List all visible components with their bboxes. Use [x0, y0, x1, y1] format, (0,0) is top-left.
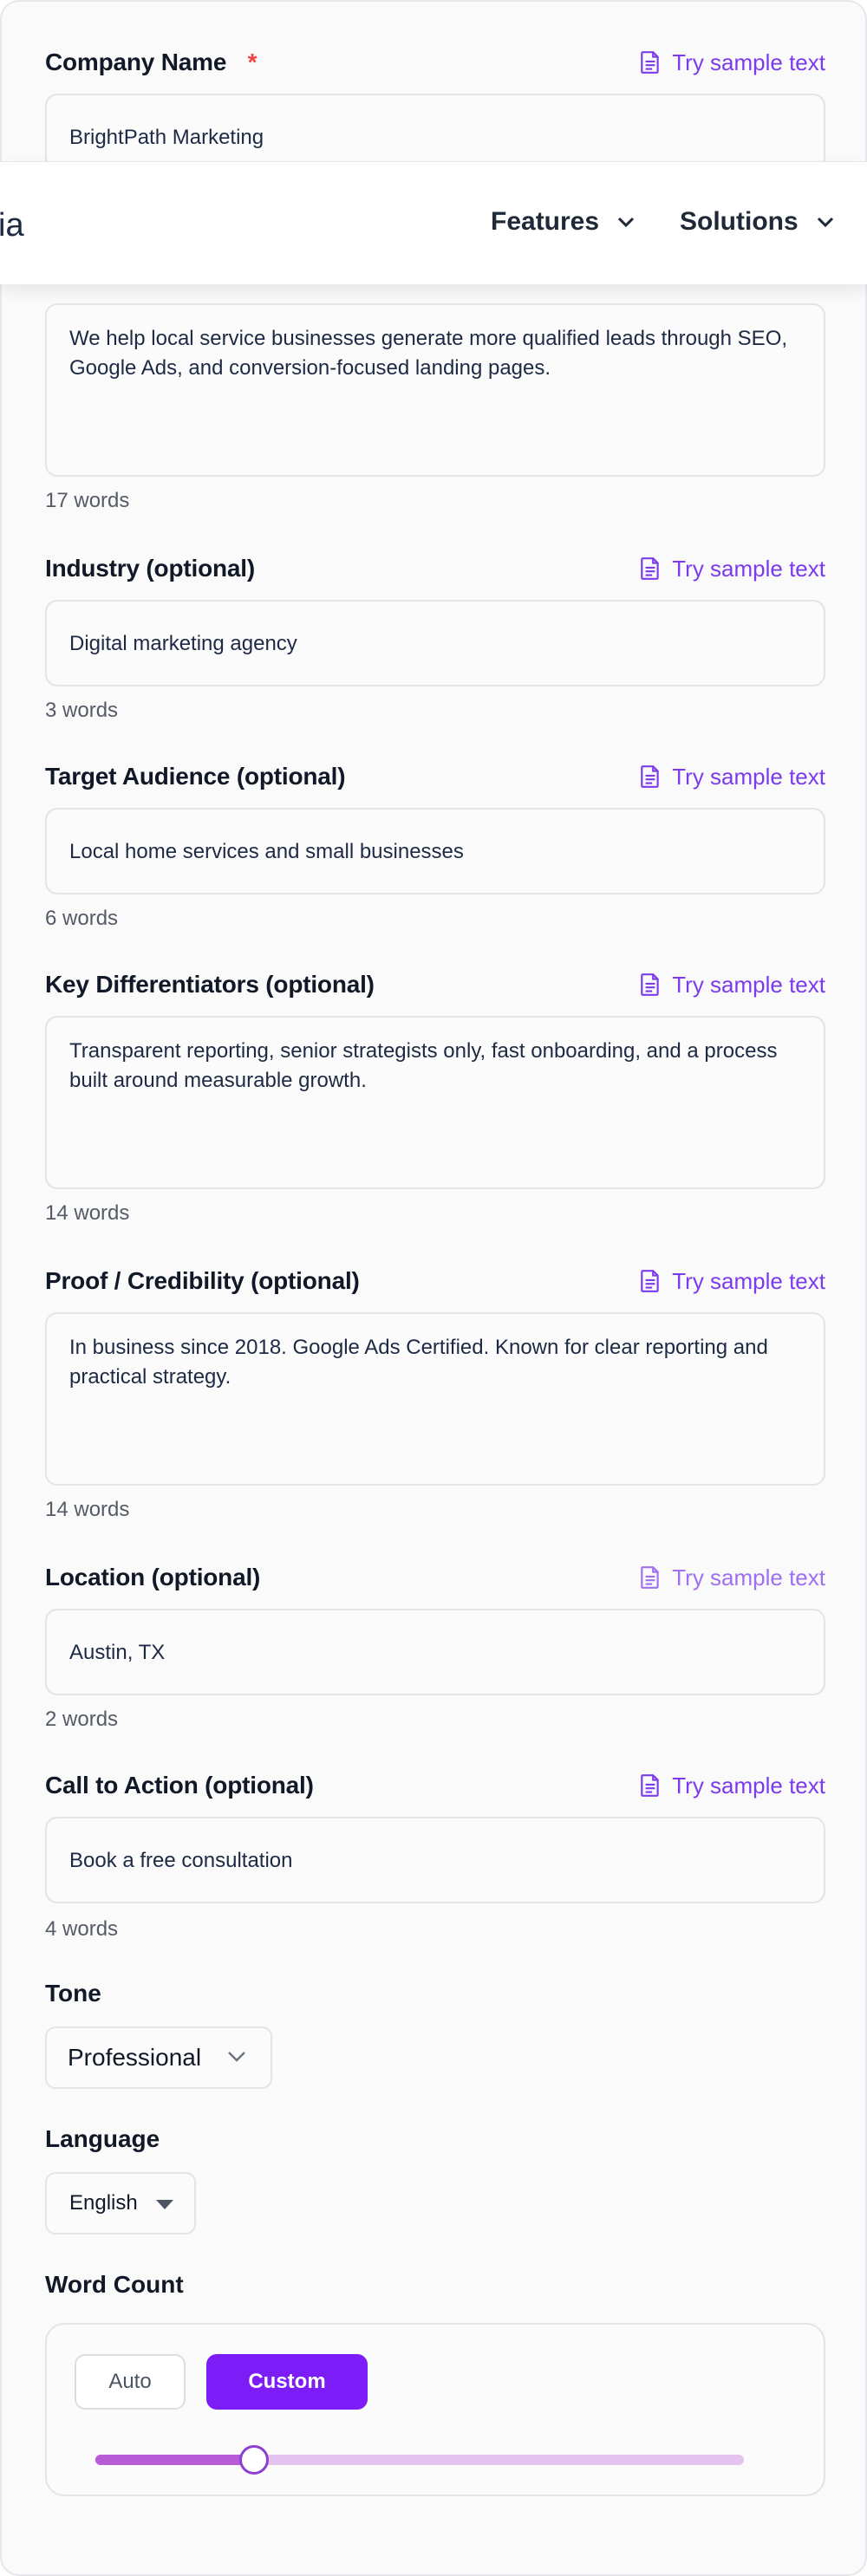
sample-text-label: Try sample text — [672, 1267, 825, 1294]
sample-text-label: Try sample text — [672, 555, 825, 582]
location-word-count: 2 words — [45, 1708, 119, 1731]
word-count-slider[interactable] — [95, 2445, 744, 2475]
differentiators-textarea[interactable]: Transparent reporting, senior strategist… — [45, 1016, 825, 1189]
chevron-down-icon — [817, 217, 833, 228]
sample-text-label: Try sample text — [672, 1564, 825, 1590]
location-label: Location (optional) — [45, 1564, 261, 1590]
form-card: Company Name * Try sample text BrightPat… — [0, 0, 867, 2576]
document-icon — [641, 51, 659, 74]
audience-label: Target Audience (optional) — [45, 763, 346, 790]
document-icon — [641, 1774, 659, 1797]
sample-text-label: Try sample text — [672, 1772, 825, 1799]
nav-features[interactable]: Features — [491, 207, 637, 237]
cta-input[interactable]: Book a free consultation — [45, 1817, 825, 1903]
nav-logo[interactable]: ia — [0, 207, 24, 244]
proof-textarea[interactable]: In business since 2018. Google Ads Certi… — [45, 1312, 825, 1486]
location-input[interactable]: Austin, TX — [45, 1609, 825, 1695]
word-count-label: Word Count — [45, 2271, 184, 2298]
required-asterisk: * — [247, 49, 257, 75]
chevron-down-icon — [618, 217, 635, 228]
proof-label-row: Proof / Credibility (optional) Try sampl… — [45, 1264, 825, 1298]
top-navbar: ia Features Solutions — [0, 161, 867, 284]
differentiators-word-count: 14 words — [45, 1201, 130, 1225]
industry-word-count: 3 words — [45, 699, 119, 722]
differentiators-label: Key Differentiators (optional) — [45, 971, 375, 998]
company-name-label: Company Name — [45, 49, 227, 75]
language-select[interactable]: English — [45, 2172, 196, 2234]
audience-label-row: Target Audience (optional) Try sample te… — [45, 759, 825, 794]
cta-sample-text-link[interactable]: Try sample text — [639, 1773, 825, 1799]
sample-text-label: Try sample text — [672, 971, 825, 998]
auto-button[interactable]: Auto — [75, 2354, 186, 2410]
slider-fill — [95, 2455, 255, 2465]
differentiators-sample-text-link[interactable]: Try sample text — [639, 972, 825, 999]
audience-input[interactable]: Local home services and small businesses — [45, 808, 825, 894]
caret-down-icon — [156, 2200, 173, 2209]
proof-word-count: 14 words — [45, 1498, 130, 1521]
proof-sample-text-link[interactable]: Try sample text — [639, 1268, 825, 1295]
cta-word-count: 4 words — [45, 1917, 119, 1941]
chevron-down-icon — [228, 2052, 245, 2062]
document-icon — [641, 1270, 659, 1292]
cta-label: Call to Action (optional) — [45, 1772, 314, 1799]
proof-label: Proof / Credibility (optional) — [45, 1267, 360, 1294]
company-name-label-row: Company Name * Try sample text — [45, 45, 825, 80]
word-count-panel: Auto Custom — [45, 2323, 825, 2496]
company-sample-text-link[interactable]: Try sample text — [639, 49, 825, 76]
differentiators-label-row: Key Differentiators (optional) Try sampl… — [45, 967, 825, 1002]
nav-features-label: Features — [491, 207, 600, 236]
industry-label-row: Industry (optional) Try sample text — [45, 551, 825, 586]
location-sample-text-link[interactable]: Try sample text — [639, 1564, 825, 1591]
language-selected-value: English — [69, 2191, 138, 2215]
document-icon — [641, 1566, 659, 1589]
sample-text-label: Try sample text — [672, 763, 825, 790]
description-word-count: 17 words — [45, 489, 130, 512]
tone-label: Tone — [45, 1980, 101, 2007]
tone-selected-value: Professional — [68, 2044, 202, 2071]
language-label: Language — [45, 2125, 160, 2152]
cta-label-row: Call to Action (optional) Try sample tex… — [45, 1768, 825, 1803]
nav-solutions[interactable]: Solutions — [680, 207, 837, 237]
document-icon — [641, 973, 659, 996]
industry-label: Industry (optional) — [45, 555, 255, 582]
document-icon — [641, 765, 659, 788]
description-textarea[interactable]: We help local service businesses generat… — [45, 303, 825, 477]
sample-text-label: Try sample text — [672, 49, 825, 75]
tone-select[interactable]: Professional — [45, 2026, 272, 2089]
industry-input[interactable]: Digital marketing agency — [45, 600, 825, 686]
industry-sample-text-link[interactable]: Try sample text — [639, 556, 825, 582]
custom-button[interactable]: Custom — [206, 2354, 368, 2410]
document-icon — [641, 557, 659, 580]
audience-sample-text-link[interactable]: Try sample text — [639, 764, 825, 790]
slider-thumb[interactable] — [239, 2445, 270, 2475]
audience-word-count: 6 words — [45, 907, 119, 930]
nav-solutions-label: Solutions — [680, 207, 799, 236]
location-label-row: Location (optional) Try sample text — [45, 1560, 825, 1595]
company-name-label-wrap: Company Name * — [45, 49, 257, 76]
